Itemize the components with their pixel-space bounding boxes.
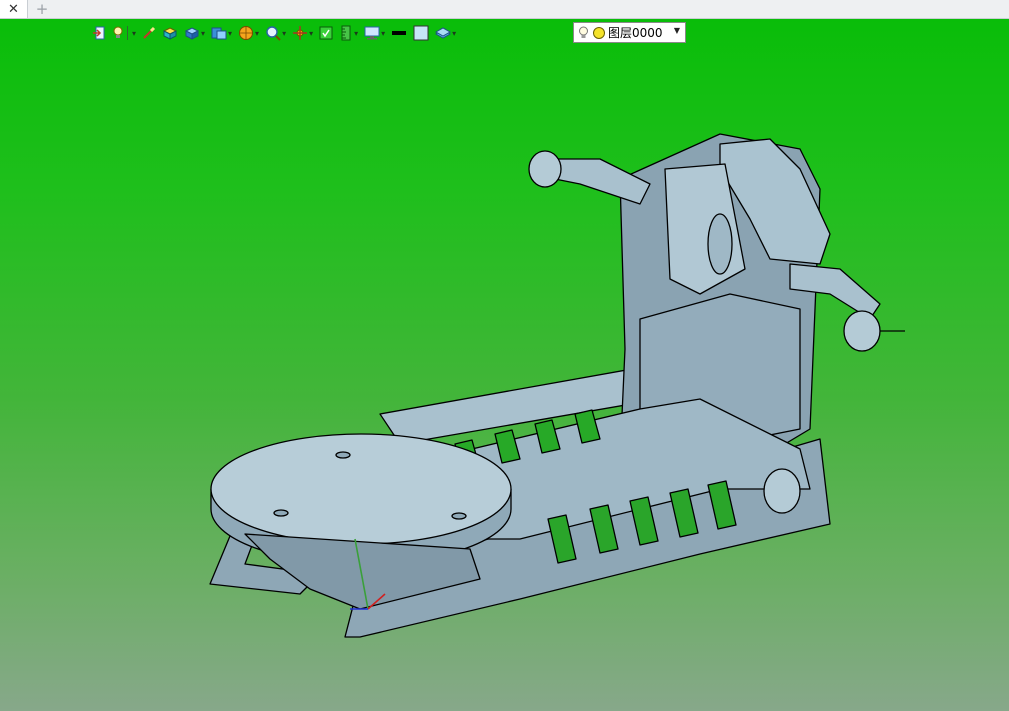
3d-viewport[interactable]: ▾ ▾ ▾ ▾ ▾ ▾ ▾ ▾ ▾ 图层0000 ▼ [0,19,1009,711]
new-tab-button[interactable]: + [30,0,54,18]
close-tab-button[interactable]: ✕ [0,0,28,18]
plus-icon: + [35,0,49,18]
close-icon: ✕ [8,1,19,17]
cad-model[interactable] [0,19,1009,711]
tab-bar: ✕ + [0,0,1009,19]
